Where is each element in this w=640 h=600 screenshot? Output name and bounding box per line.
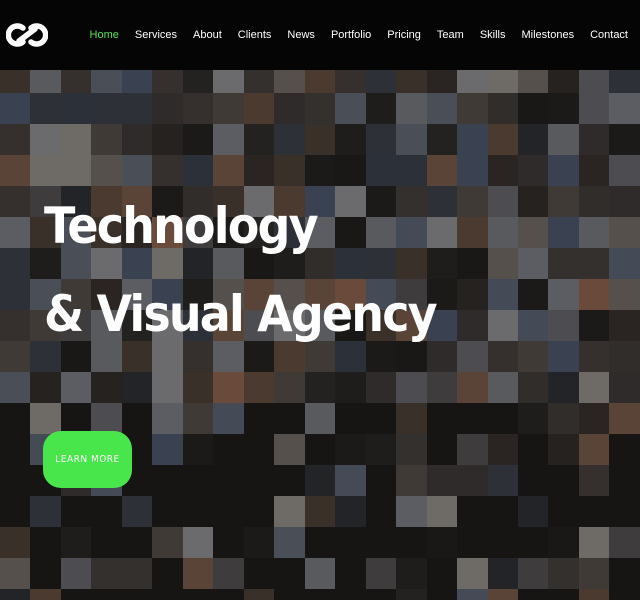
page: Home Services About Clients News Portfol… xyxy=(0,0,640,600)
nav-item-about[interactable]: About xyxy=(193,29,222,41)
logo-icon[interactable] xyxy=(5,14,49,56)
nav-item-news[interactable]: News xyxy=(287,29,315,41)
main-nav: Home Services About Clients News Portfol… xyxy=(74,0,628,70)
nav-item-contact[interactable]: Contact xyxy=(590,29,628,41)
site-header: Home Services About Clients News Portfol… xyxy=(0,0,640,70)
nav-item-skills[interactable]: Skills xyxy=(480,29,506,41)
nav-item-milestones[interactable]: Milestones xyxy=(522,29,575,41)
nav-item-services[interactable]: Services xyxy=(135,29,177,41)
learn-more-button[interactable]: LEARN MORE xyxy=(43,431,132,488)
hero-title: Technology & Visual Agency xyxy=(44,196,470,344)
hero-title-line-2: & Visual Agency xyxy=(44,285,438,343)
nav-item-home[interactable]: Home xyxy=(90,29,119,41)
nav-item-pricing[interactable]: Pricing xyxy=(387,29,421,41)
nav-item-portfolio[interactable]: Portfolio xyxy=(331,29,371,41)
hero-title-line-1: Technology xyxy=(44,197,319,255)
nav-item-clients[interactable]: Clients xyxy=(238,29,272,41)
nav-item-team[interactable]: Team xyxy=(437,29,464,41)
